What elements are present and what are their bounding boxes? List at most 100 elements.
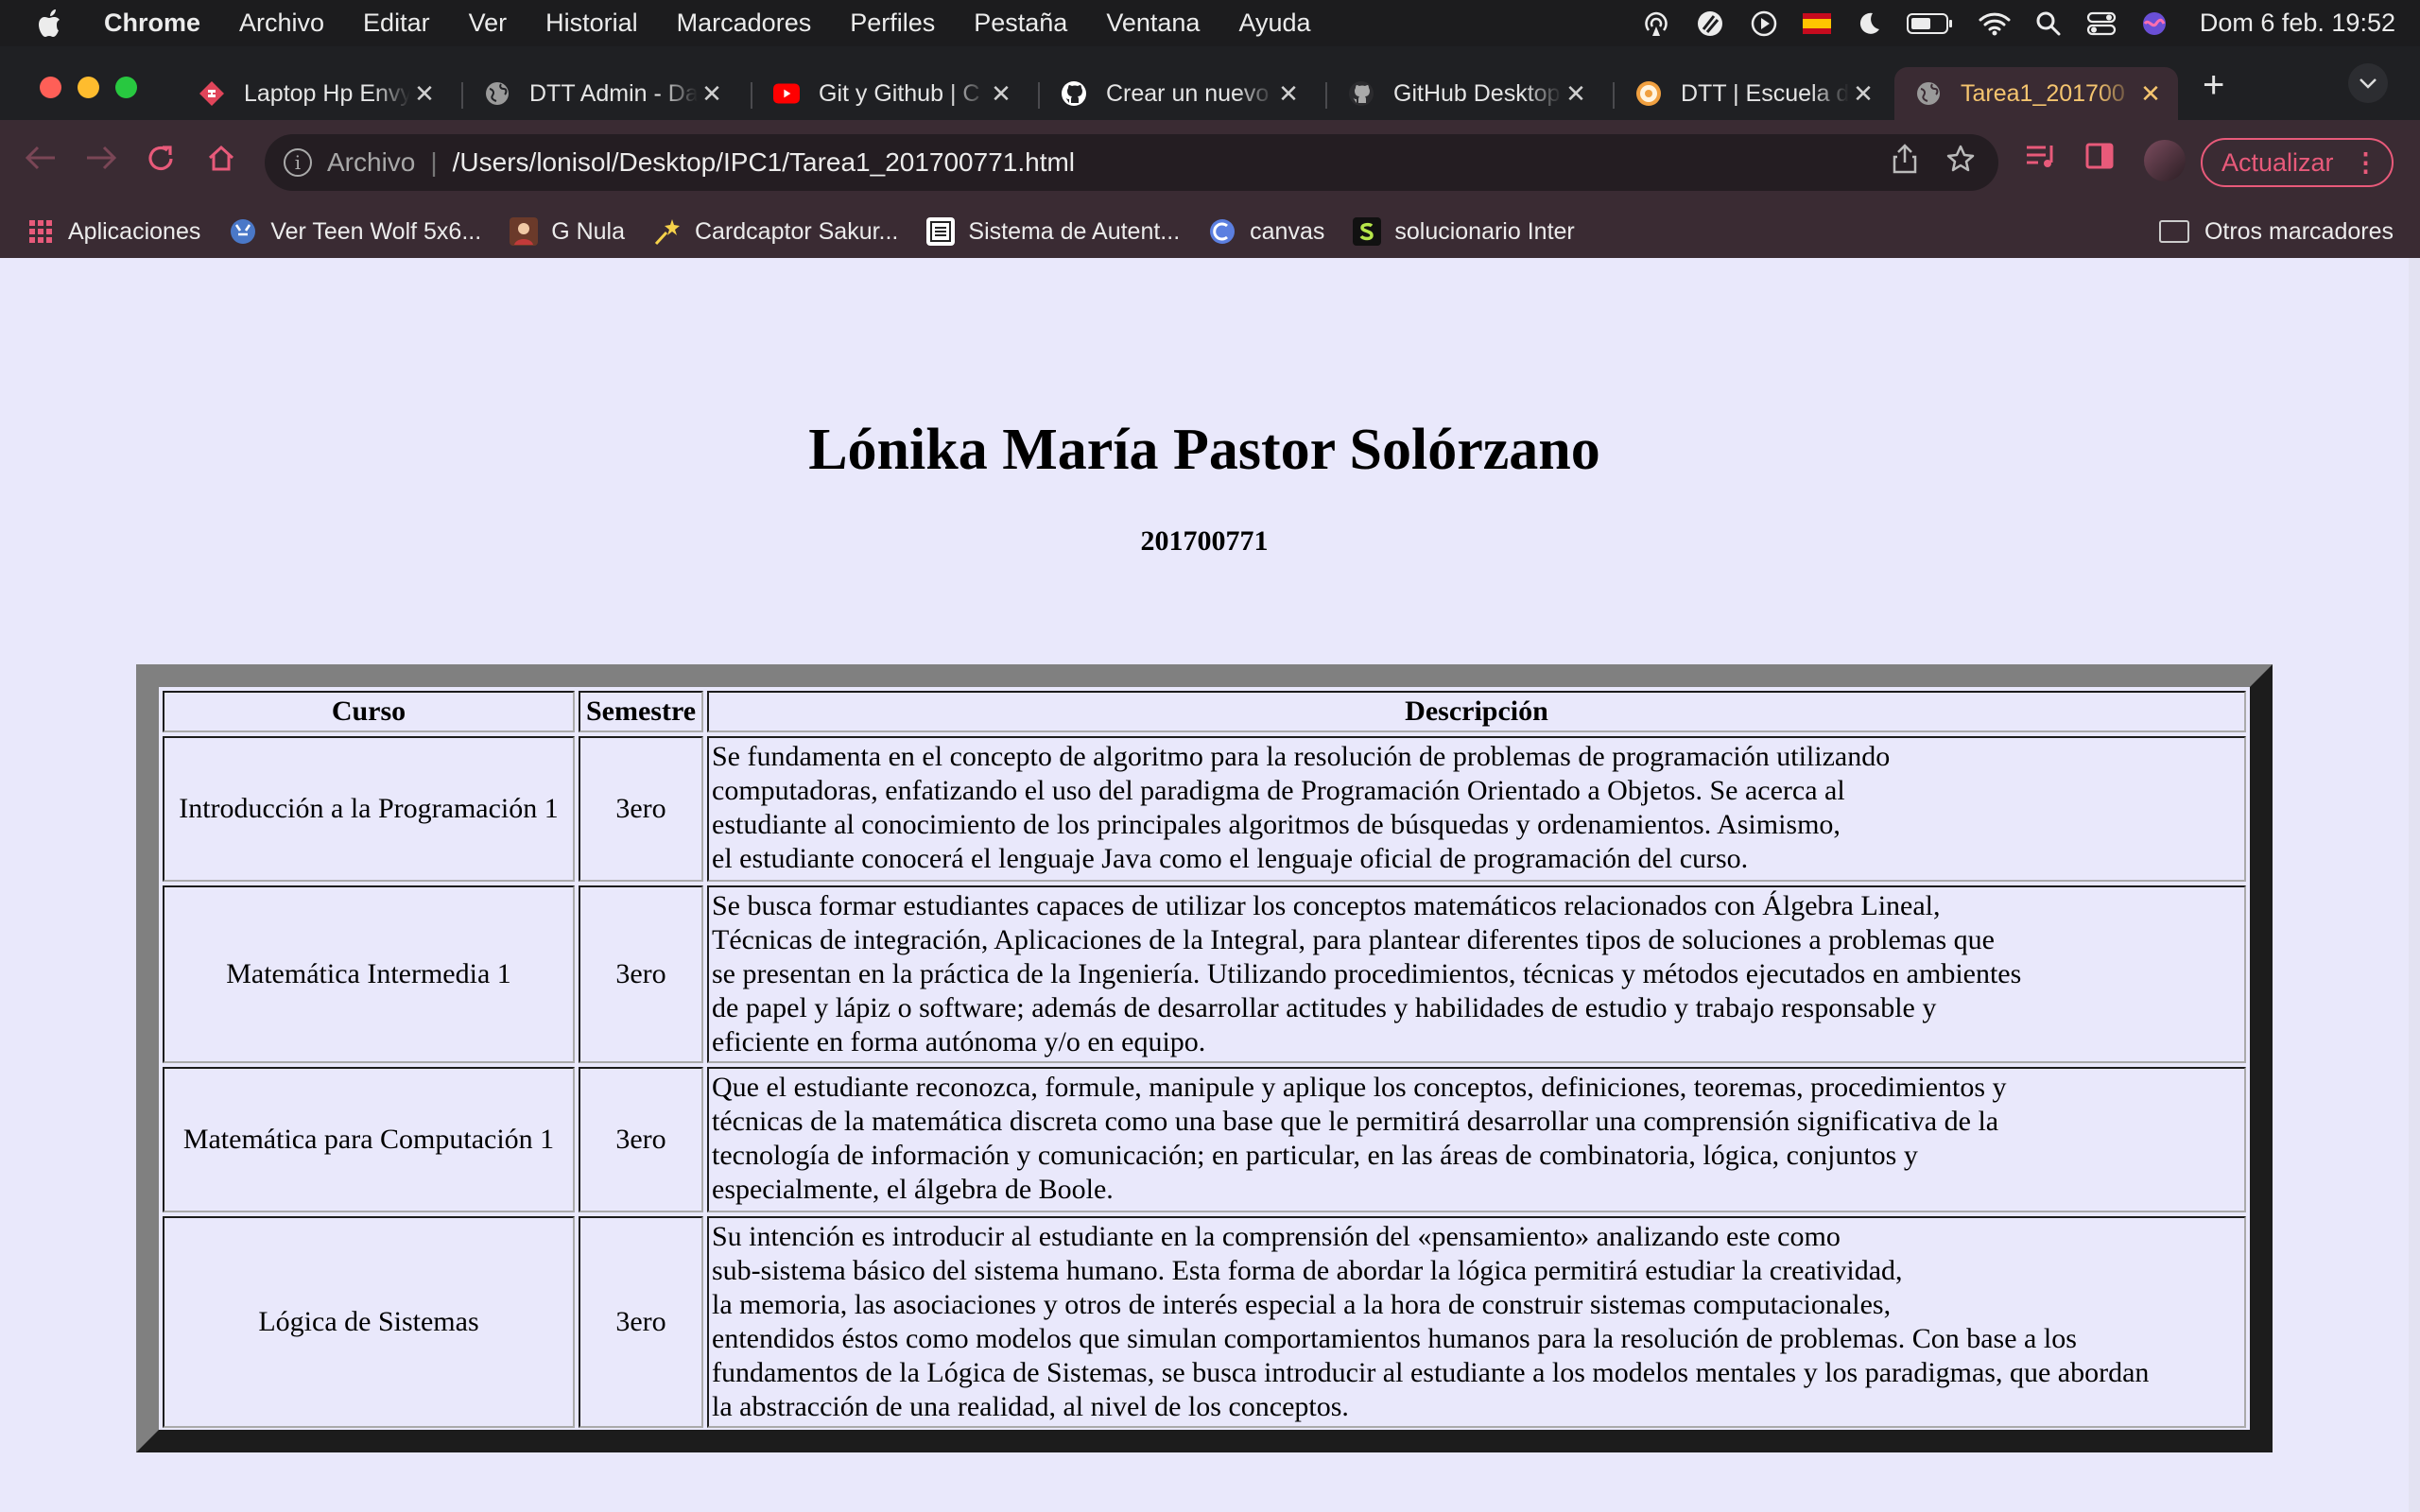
course-semester: 3ero xyxy=(579,736,703,882)
bookmark-sistema-autenticacion[interactable]: Sistema de Autent... xyxy=(926,217,1180,246)
table-header-row: Curso Semestre Descripción xyxy=(163,691,2246,732)
menu-archivo[interactable]: Archivo xyxy=(239,9,324,38)
course-semester: 3ero xyxy=(579,885,703,1063)
table-row: Matemática Intermedia 1 3ero Se busca fo… xyxy=(163,885,2246,1063)
side-panel-icon[interactable] xyxy=(2085,142,2114,178)
page-scrollbar[interactable] xyxy=(2409,258,2420,1512)
menu-editar[interactable]: Editar xyxy=(363,9,430,38)
course-name: Lógica de Sistemas xyxy=(163,1216,575,1428)
bookmark-label: Cardcaptor Sakur... xyxy=(695,217,899,245)
student-id: 201700771 xyxy=(1140,525,1269,557)
bookmark-aplicaciones[interactable]: Aplicaciones xyxy=(26,217,200,246)
globe-icon xyxy=(1915,80,1942,107)
bookmark-solucionario[interactable]: solucionario Inter xyxy=(1353,217,1575,246)
github-icon xyxy=(1348,80,1374,107)
tab-git-github[interactable]: Git y Github | C ✕ xyxy=(752,67,1028,120)
header-curso: Curso xyxy=(163,691,575,732)
address-bar[interactable]: i Archivo | /Users/lonisol/Desktop/IPC1/… xyxy=(265,134,1998,191)
tab-github-desktop[interactable]: GitHub Desktop ✕ xyxy=(1327,67,1603,120)
more-menu-icon[interactable]: ⋮ xyxy=(2353,148,2378,178)
menu-historial[interactable]: Historial xyxy=(545,9,638,38)
control-center-icon[interactable] xyxy=(2086,10,2117,37)
url-text[interactable]: /Users/lonisol/Desktop/IPC1/Tarea1_20170… xyxy=(453,147,1893,178)
share-icon[interactable] xyxy=(1893,144,1917,181)
url-divider: | xyxy=(430,147,438,177)
tab-crear-nuevo[interactable]: Crear un nuevo ✕ xyxy=(1040,67,1316,120)
apple-icon[interactable] xyxy=(38,9,72,39)
close-tab-icon[interactable]: ✕ xyxy=(2136,79,2165,109)
close-tab-icon[interactable]: ✕ xyxy=(698,79,726,109)
tab-title: DTT | Escuela d xyxy=(1681,79,1849,107)
new-tab-plus-icon[interactable]: + xyxy=(2203,66,2224,104)
menu-pestana[interactable]: Pestaña xyxy=(974,9,1067,38)
forward-arrow-icon[interactable] xyxy=(85,144,117,180)
github-icon xyxy=(1061,80,1087,107)
zoom-window-button[interactable] xyxy=(115,77,137,98)
canvas-icon xyxy=(1208,217,1236,246)
bookmark-teen-wolf[interactable]: Ver Teen Wolf 5x6... xyxy=(229,217,481,246)
bookmark-label: Sistema de Autent... xyxy=(968,217,1181,245)
tab-laptop-hp-envy[interactable]: Laptop Hp Envy ✕ xyxy=(178,67,452,120)
page-content: Lónika María Pastor Solórzano 201700771 … xyxy=(0,258,2409,1512)
airdrop-icon[interactable] xyxy=(1642,9,1670,38)
siri-icon[interactable] xyxy=(2141,10,2168,37)
update-label: Actualizar xyxy=(2221,147,2334,177)
bookmark-otros-marcadores[interactable]: Otros marcadores xyxy=(2158,205,2394,258)
wifi-icon[interactable] xyxy=(1979,10,2011,37)
bookmarks-bar: Aplicaciones Ver Teen Wolf 5x6... G Nula… xyxy=(0,205,2420,258)
s-icon xyxy=(1353,217,1382,246)
bookmark-canvas[interactable]: canvas xyxy=(1208,217,1324,246)
tab-dtt-escuela[interactable]: DTT | Escuela d ✕ xyxy=(1615,67,1891,120)
close-tab-icon[interactable]: ✕ xyxy=(1849,79,1877,109)
bookmark-label: Otros marcadores xyxy=(2204,217,2394,245)
macos-menubar: Chrome Archivo Editar Ver Historial Marc… xyxy=(0,0,2420,46)
bookmark-g-nula[interactable]: G Nula xyxy=(510,217,625,246)
wolf-icon xyxy=(229,217,257,246)
menu-ventana[interactable]: Ventana xyxy=(1106,9,1200,38)
page-title: Lónika María Pastor Solórzano xyxy=(808,418,1600,482)
bookmark-cardcaptor[interactable]: Cardcaptor Sakur... xyxy=(653,217,898,246)
course-semester: 3ero xyxy=(579,1067,703,1212)
course-name: Introducción a la Programación 1 xyxy=(163,736,575,882)
bookmark-label: canvas xyxy=(1250,217,1325,245)
info-icon[interactable]: i xyxy=(284,148,312,177)
folder-icon xyxy=(2158,220,2189,243)
header-semestre: Semestre xyxy=(579,691,703,732)
close-window-button[interactable] xyxy=(40,77,61,98)
back-arrow-icon[interactable] xyxy=(25,144,57,180)
tab-title: GitHub Desktop xyxy=(1393,79,1561,107)
menubar-clock[interactable]: Dom 6 feb. 19:52 xyxy=(2200,9,2395,38)
spain-flag-icon[interactable] xyxy=(1802,12,1831,34)
minimize-window-button[interactable] xyxy=(78,77,99,98)
course-name: Matemática para Computación 1 xyxy=(163,1067,575,1212)
vpn-icon[interactable] xyxy=(1695,9,1725,39)
update-button[interactable]: Actualizar ⋮ xyxy=(2201,138,2394,187)
tab-title: DTT Admin - Da xyxy=(529,79,698,107)
moon-icon[interactable] xyxy=(1856,10,1882,37)
close-tab-icon[interactable]: ✕ xyxy=(987,79,1015,109)
menu-ver[interactable]: Ver xyxy=(469,9,508,38)
play-icon[interactable] xyxy=(1750,9,1778,38)
bookmark-label: Ver Teen Wolf 5x6... xyxy=(270,217,482,245)
close-tab-icon[interactable]: ✕ xyxy=(1562,79,1590,109)
bookmark-star-icon[interactable] xyxy=(1945,144,1976,181)
home-icon[interactable] xyxy=(206,144,236,181)
battery-icon[interactable] xyxy=(1906,12,1954,35)
stackbit-icon xyxy=(199,80,225,107)
spotlight-search-icon[interactable] xyxy=(2035,10,2062,37)
bookmark-label: Aplicaciones xyxy=(68,217,201,245)
close-tab-icon[interactable]: ✕ xyxy=(1274,79,1303,109)
tab-dtt-admin[interactable]: DTT Admin - Da ✕ xyxy=(463,67,739,120)
reload-icon[interactable] xyxy=(146,144,176,181)
tab-search-chevron-icon[interactable] xyxy=(2348,63,2388,103)
menu-perfiles[interactable]: Perfiles xyxy=(850,9,935,38)
media-control-icon[interactable] xyxy=(2025,142,2059,180)
bookmark-label: solucionario Inter xyxy=(1394,217,1575,245)
profile-avatar[interactable] xyxy=(2144,140,2186,181)
menu-app-chrome[interactable]: Chrome xyxy=(104,9,200,38)
menu-ayuda[interactable]: Ayuda xyxy=(1238,9,1310,38)
tab-tarea1-active[interactable]: Tarea1_201700 ✕ xyxy=(1894,67,2178,120)
youtube-icon xyxy=(773,80,800,107)
menu-marcadores[interactable]: Marcadores xyxy=(677,9,812,38)
close-tab-icon[interactable]: ✕ xyxy=(410,79,439,109)
